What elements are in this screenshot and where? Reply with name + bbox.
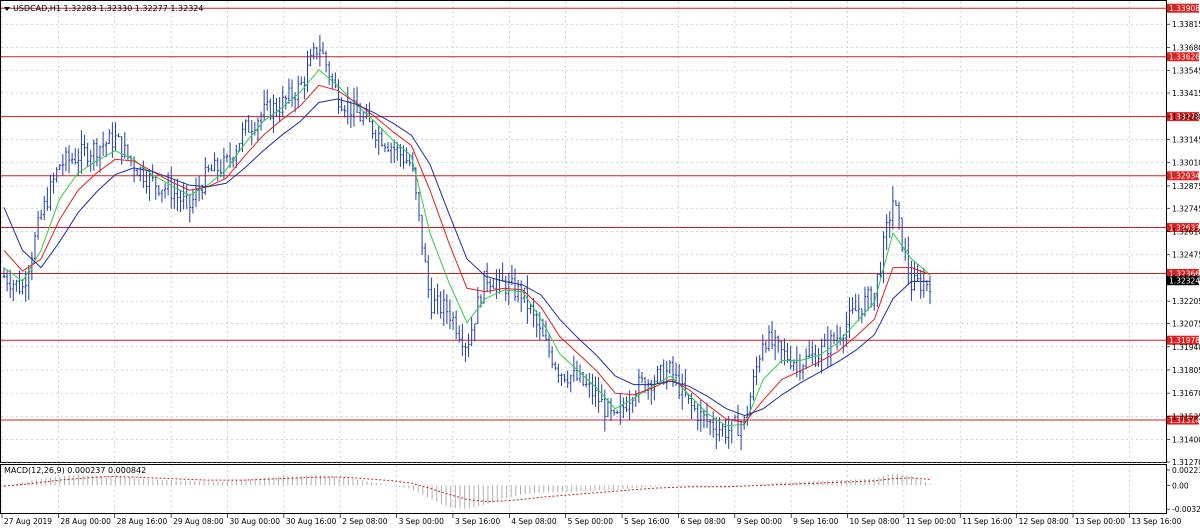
time-tick-label: 28 Aug 00:00: [60, 517, 111, 526]
level-tag-label: 1.33908: [1169, 4, 1200, 13]
price-tick-label: 1.33010: [1172, 159, 1200, 168]
price-tick-label: 1.32610: [1172, 228, 1200, 237]
time-tick-label: 28 Aug 16:00: [117, 517, 168, 526]
price-tick-label: 1.31535: [1172, 412, 1200, 421]
time-tick-label: 2 Sep 08:00: [342, 517, 388, 526]
time-tick-label: 3 Sep 00:00: [399, 517, 445, 526]
time-tick-label: 9 Sep 00:00: [737, 517, 783, 526]
time-tick-label: 30 Aug 16:00: [286, 517, 337, 526]
macd-tick-label: -0.003222: [1172, 505, 1200, 514]
chart-canvas[interactable]: 1.339081.336261.332781.329341.326331.323…: [0, 0, 1200, 529]
price-tick-label: 1.31670: [1172, 389, 1200, 398]
symbol-header[interactable]: USDCAD,H1 1.32283 1.32330 1.32277 1.3232…: [4, 4, 203, 13]
time-tick-label: 9 Sep 16:00: [793, 517, 839, 526]
time-tick-label: 11 Sep 00:00: [906, 517, 956, 526]
price-tick-label: 1.32075: [1172, 320, 1200, 329]
macd-tick-label: 0.00: [1172, 481, 1189, 490]
price-tick-label: 1.31400: [1172, 436, 1200, 445]
price-tick-label: 1.31940: [1172, 343, 1200, 352]
time-tick-label: 13 Sep 00:00: [1075, 517, 1125, 526]
price-tick-label: 1.32875: [1172, 182, 1200, 191]
price-tick-label: 1.32475: [1172, 251, 1200, 260]
time-tick-label: 29 Aug 08:00: [173, 517, 224, 526]
time-tick-label: 5 Sep 16:00: [624, 517, 670, 526]
price-tick-label: 1.32205: [1172, 297, 1200, 306]
macd-panel-border: [0, 464, 1167, 514]
time-tick-label: 6 Sep 08:00: [680, 517, 726, 526]
dropdown-arrow-icon[interactable]: [4, 7, 10, 11]
time-tick-label: 30 Aug 00:00: [229, 517, 280, 526]
price-tick-label: 1.33415: [1172, 89, 1200, 98]
time-tick-label: 12 Sep 08:00: [1019, 517, 1069, 526]
time-tick-label: 5 Sep 00:00: [568, 517, 614, 526]
price-tick-label: 1.33680: [1172, 43, 1200, 52]
price-tick-label: 1.33545: [1172, 67, 1200, 76]
price-tick-label: 1.33145: [1172, 135, 1200, 144]
macd-tick-label: 0.002238: [1172, 466, 1200, 475]
time-tick-label: 4 Sep 08:00: [511, 517, 557, 526]
macd-title: MACD(12,26,9) 0.000237 0.000842: [4, 466, 146, 475]
price-tick-label: 1.32745: [1172, 204, 1200, 213]
time-tick-label: 27 Aug 2019: [4, 517, 52, 526]
price-tick-label: 1.31805: [1172, 366, 1200, 375]
time-axis: 27 Aug 2019 28 Aug 00:00 28 Aug 16:00 29 Au…: [1, 514, 1182, 526]
time-tick-label: 10 Sep 08:00: [850, 517, 900, 526]
time-tick-label: 11 Sep 16:00: [962, 517, 1012, 526]
chart-window: 1.33908 1.33626 1.33278 1.32934 1.32633 1.323…: [0, 0, 1200, 529]
time-tick-label: 3 Sep 16:00: [455, 517, 501, 526]
macd-axis: 0.002238 0.00 -0.003222: [1166, 466, 1200, 514]
current-price-label: 1.32324: [1169, 276, 1200, 285]
time-tick-label: 13 Sep 16:00: [1131, 517, 1181, 526]
price-tick-label: 1.33815: [1172, 20, 1200, 29]
level-tag-label: 1.33626: [1169, 53, 1200, 62]
grid: [1, 1, 1166, 513]
level-tag-label: 1.32934: [1169, 172, 1200, 181]
symbol-title: USDCAD,H1 1.32283 1.32330 1.32277 1.3232…: [13, 4, 203, 13]
price-tick-label: 1.33280: [1172, 112, 1200, 121]
price-axis: 1.33815 1.33680 1.33545 1.33415 1.33280 1.331…: [1166, 20, 1200, 467]
level-lines: 1.339081.336261.332781.329341.326331.323…: [1, 3, 1200, 425]
